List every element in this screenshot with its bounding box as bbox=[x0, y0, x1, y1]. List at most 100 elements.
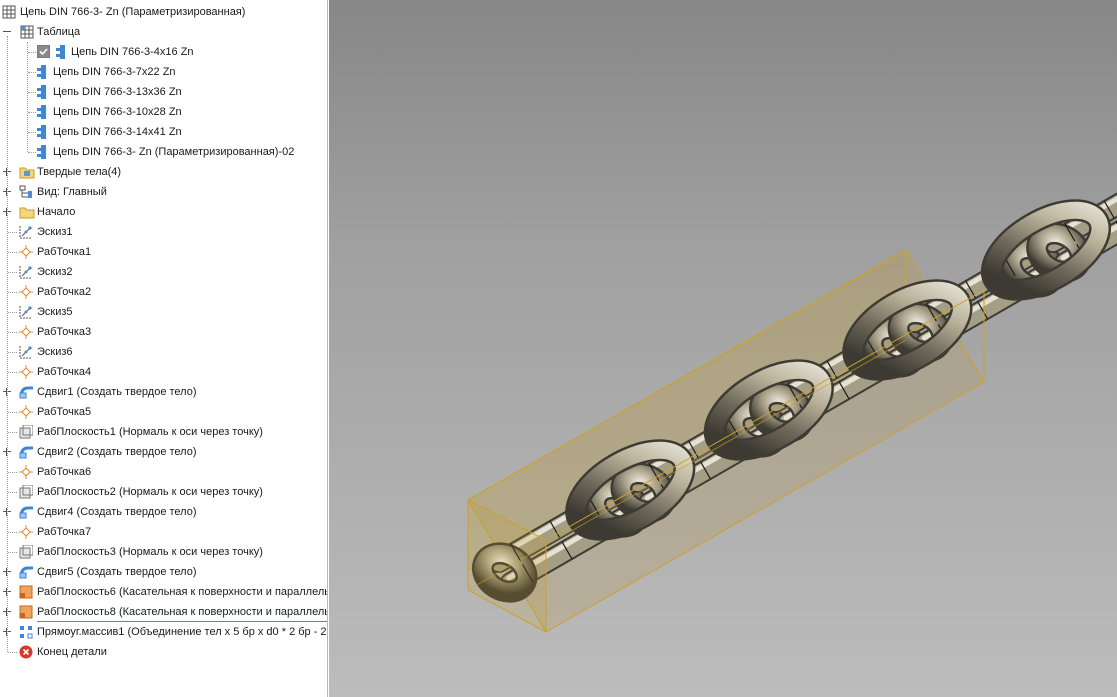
sweep-icon bbox=[19, 505, 33, 519]
table-icon bbox=[20, 25, 34, 39]
tree-item-feature[interactable]: РабТочка1 bbox=[0, 242, 327, 262]
rectangular-pattern-icon bbox=[19, 625, 33, 639]
tree-connector-line bbox=[8, 232, 17, 233]
work-point-icon bbox=[19, 285, 33, 299]
tree-item-label: Цепь DIN 766-3- Zn (Параметризированная) bbox=[20, 6, 246, 18]
work-point-icon bbox=[19, 325, 33, 339]
tree-item-label: РабПлоскость2 (Нормаль к оси через точку… bbox=[37, 486, 263, 498]
tree-item-table-row[interactable]: Цепь DIN 766-3-7x22 Zn bbox=[0, 62, 327, 82]
origin-folder-icon bbox=[19, 205, 35, 219]
tree-item-feature[interactable]: РабТочка4 bbox=[0, 362, 327, 382]
sketch-icon bbox=[19, 265, 33, 279]
tree-item-feature[interactable]: РабТочка3 bbox=[0, 322, 327, 342]
tree-item-label: РабТочка7 bbox=[37, 526, 92, 538]
tree-item-feature[interactable]: Эскиз2 bbox=[0, 262, 327, 282]
tree-connector-line bbox=[28, 72, 36, 73]
tree-item-label: РабТочка4 bbox=[37, 366, 92, 378]
tree-connector-line bbox=[28, 92, 36, 93]
tree-item-feature[interactable]: РабПлоскость8 (Касательная к поверхности… bbox=[0, 602, 327, 622]
tree-item-feature[interactable]: Конец детали bbox=[0, 642, 327, 662]
tree-item-label: РабТочка5 bbox=[37, 406, 92, 418]
tree-item-label: Вид: Главный bbox=[37, 186, 107, 198]
tree-item-feature[interactable]: РабПлоскость2 (Нормаль к оси через точку… bbox=[0, 482, 327, 502]
tree-connector-line bbox=[8, 272, 17, 273]
tree-item-label: Эскиз6 bbox=[37, 346, 73, 358]
tree-item-label: РабТочка3 bbox=[37, 326, 92, 338]
tree-item-table-row[interactable]: Цепь DIN 766-3-13x36 Zn bbox=[0, 82, 327, 102]
tree-item-label: РабПлоскость1 (Нормаль к оси через точку… bbox=[37, 426, 263, 438]
tree-item-label: РабТочка1 bbox=[37, 246, 92, 258]
tree-item-feature[interactable]: Сдвиг5 (Создать твердое тело) bbox=[0, 562, 327, 582]
tree-item-label: Эскиз5 bbox=[37, 306, 73, 318]
sketch-icon bbox=[19, 345, 33, 359]
model-browser-tree: Цепь DIN 766-3- Zn (Параметризированная)… bbox=[0, 0, 328, 697]
tree-item-label: Начало bbox=[37, 206, 76, 218]
tree-root[interactable]: Цепь DIN 766-3- Zn (Параметризированная) bbox=[0, 2, 327, 22]
tree-connector-line bbox=[8, 412, 17, 413]
tree-item-feature[interactable]: РабТочка6 bbox=[0, 462, 327, 482]
tree-connector-line bbox=[8, 552, 17, 553]
tree-item-label: Сдвиг1 (Создать твердое тело) bbox=[37, 386, 197, 398]
sketch-icon bbox=[19, 305, 33, 319]
tree-item-feature[interactable]: РабТочка5 bbox=[0, 402, 327, 422]
tree-item-table-row[interactable]: Цепь DIN 766-3-14x41 Zn bbox=[0, 122, 327, 142]
tree-item-label: Цепь DIN 766-3- Zn (Параметризированная)… bbox=[53, 146, 295, 158]
work-plane-icon bbox=[19, 424, 34, 439]
tree-item-feature[interactable]: Прямоуг.массив1 (Объединение тел x 5 бр … bbox=[0, 622, 327, 642]
tree-connector-line bbox=[8, 252, 17, 253]
tree-item-feature[interactable]: РабТочка7 bbox=[0, 522, 327, 542]
tree-item-feature[interactable]: Начало bbox=[0, 202, 327, 222]
work-point-icon bbox=[19, 465, 33, 479]
chain-model-scene bbox=[467, 192, 1117, 633]
tree-item-feature[interactable]: Твердые тела(4) bbox=[0, 162, 327, 182]
work-point-icon bbox=[19, 365, 33, 379]
tree-item-feature[interactable]: Сдвиг1 (Создать твердое тело) bbox=[0, 382, 327, 402]
sweep-icon bbox=[19, 565, 33, 579]
end-of-part-icon bbox=[19, 645, 33, 659]
tree-connector-line bbox=[28, 132, 36, 133]
part-table-icon bbox=[2, 5, 16, 19]
tree-item-feature[interactable]: Эскиз6 bbox=[0, 342, 327, 362]
tree-item-label: Эскиз1 bbox=[37, 226, 73, 238]
tree-item-label: Прямоуг.массив1 (Объединение тел x 5 бр … bbox=[37, 626, 327, 638]
tree-item-feature[interactable]: Эскиз1 bbox=[0, 222, 327, 242]
tree-item-label: Сдвиг4 (Создать твердое тело) bbox=[37, 506, 197, 518]
tree-item-feature[interactable]: РабПлоскость6 (Касательная к поверхности… bbox=[0, 582, 327, 602]
3d-viewport[interactable] bbox=[329, 0, 1117, 697]
tree-item-label: Эскиз2 bbox=[37, 266, 73, 278]
tree-item-feature[interactable]: Сдвиг2 (Создать твердое тело) bbox=[0, 442, 327, 462]
tree-connector-line bbox=[28, 152, 36, 153]
tree-item-table-row[interactable]: Цепь DIN 766-3-4x16 Zn bbox=[0, 42, 327, 62]
tree-item-feature[interactable]: РабТочка2 bbox=[0, 282, 327, 302]
tree-item-feature[interactable]: РабПлоскость1 (Нормаль к оси через точку… bbox=[0, 422, 327, 442]
sweep-icon bbox=[19, 445, 33, 459]
work-point-icon bbox=[19, 525, 33, 539]
tree-item-table[interactable]: Таблица bbox=[0, 22, 327, 42]
tree-connector-line bbox=[8, 652, 17, 653]
tree-connector-line bbox=[7, 36, 8, 652]
tree-item-label: Конец детали bbox=[37, 646, 107, 658]
tree-item-feature[interactable]: Вид: Главный bbox=[0, 182, 327, 202]
work-plane-tangent-icon bbox=[19, 585, 33, 599]
tree-item-feature[interactable]: Сдвиг4 (Создать твердое тело) bbox=[0, 502, 327, 522]
tree-item-feature[interactable]: РабПлоскость3 (Нормаль к оси через точку… bbox=[0, 542, 327, 562]
tree-item-label: РабПлоскость6 (Касательная к поверхности… bbox=[37, 586, 328, 598]
tree-item-label: Цепь DIN 766-3-13x36 Zn bbox=[53, 86, 182, 98]
tree-item-table-row[interactable]: Цепь DIN 766-3-10x28 Zn bbox=[0, 102, 327, 122]
work-point-icon bbox=[19, 245, 33, 259]
tree-connector-line bbox=[8, 492, 17, 493]
tree-connector-line bbox=[8, 432, 17, 433]
tree-item-label: Цепь DIN 766-3-14x41 Zn bbox=[53, 126, 182, 138]
tree-item-label: РабПлоскость8 (Касательная к поверхности… bbox=[37, 603, 327, 622]
tree-connector-line bbox=[8, 532, 17, 533]
tree-connector-line bbox=[28, 112, 36, 113]
active-row-checkbox-icon bbox=[37, 45, 51, 59]
solid-bodies-icon bbox=[19, 165, 35, 179]
table-row-icon bbox=[36, 65, 50, 79]
tree-connector-line bbox=[8, 292, 17, 293]
tree-connector-line bbox=[8, 352, 17, 353]
collapse-toggle[interactable] bbox=[3, 28, 11, 36]
tree-item-feature[interactable]: Эскиз5 bbox=[0, 302, 327, 322]
tree-item-label: Сдвиг5 (Создать твердое тело) bbox=[37, 566, 197, 578]
tree-item-table-row[interactable]: Цепь DIN 766-3- Zn (Параметризированная)… bbox=[0, 142, 327, 162]
